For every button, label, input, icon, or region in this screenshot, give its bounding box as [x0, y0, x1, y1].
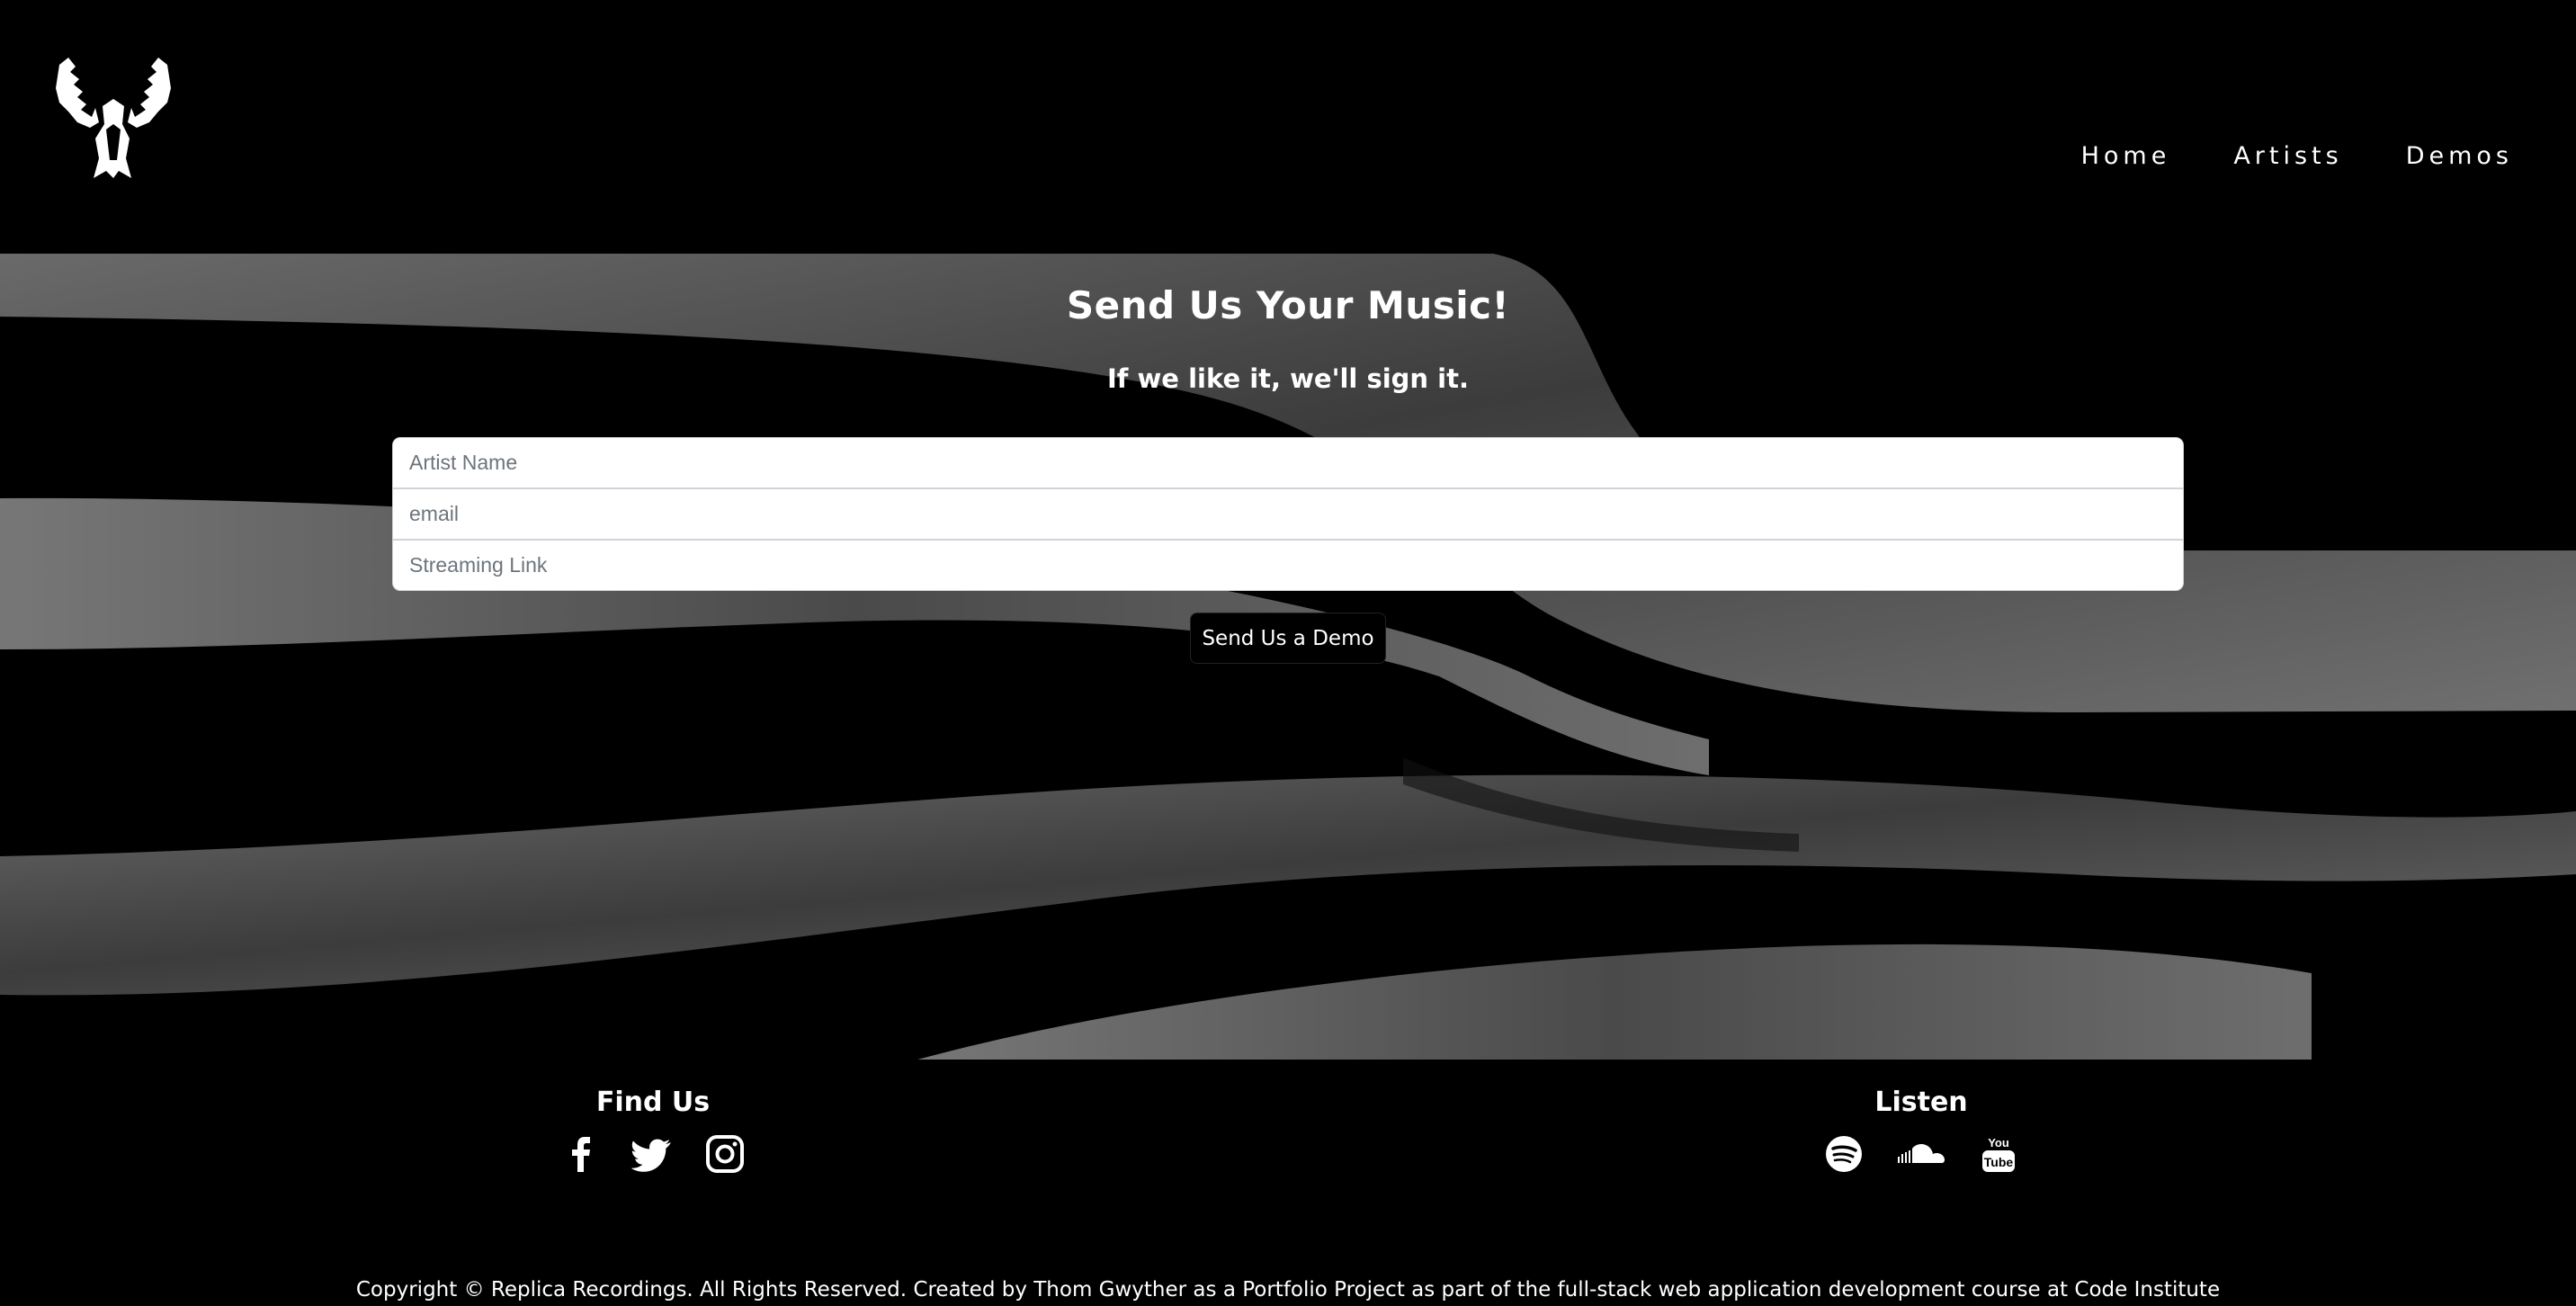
soundcloud-icon[interactable] [1894, 1132, 1948, 1176]
listen-section: Listen You Tube [1799, 1087, 2044, 1176]
instagram-icon[interactable] [703, 1132, 747, 1176]
streaming-link-input[interactable] [392, 540, 2184, 591]
svg-text:Tube: Tube [1984, 1155, 2014, 1169]
twitter-icon[interactable] [631, 1132, 675, 1176]
nav-artists[interactable]: Artists [2233, 142, 2342, 170]
site-footer: Find Us Listen You Tube Copyright © Repl… [0, 1060, 2576, 1306]
nav-demos[interactable]: Demos [2406, 142, 2513, 170]
page-title: Send Us Your Music! [1066, 283, 1510, 327]
find-us-heading: Find Us [595, 1087, 711, 1118]
facebook-icon[interactable] [559, 1132, 603, 1176]
main-nav: Home Artists Demos [2081, 142, 2513, 170]
site-header: Home Artists Demos [0, 0, 2576, 254]
copyright-text: Copyright © Replica Recordings. All Righ… [355, 1278, 2221, 1302]
demo-form [392, 437, 2184, 591]
demo-hero-section: Send Us Your Music! If we like it, we'll… [0, 254, 2576, 1060]
spotify-icon[interactable] [1822, 1132, 1865, 1176]
send-demo-button[interactable]: Send Us a Demo [1190, 613, 1386, 664]
email-input[interactable] [392, 488, 2184, 540]
nav-home[interactable]: Home [2081, 142, 2171, 170]
listen-heading: Listen [1874, 1087, 1968, 1118]
winged-logo-icon [56, 58, 171, 178]
svg-text:You: You [1988, 1136, 2009, 1149]
page-subtitle: If we like it, we'll sign it. [1107, 363, 1469, 394]
artist-name-input[interactable] [392, 437, 2184, 488]
find-us-section: Find Us [527, 1087, 779, 1176]
youtube-icon[interactable]: You Tube [1977, 1132, 2020, 1176]
